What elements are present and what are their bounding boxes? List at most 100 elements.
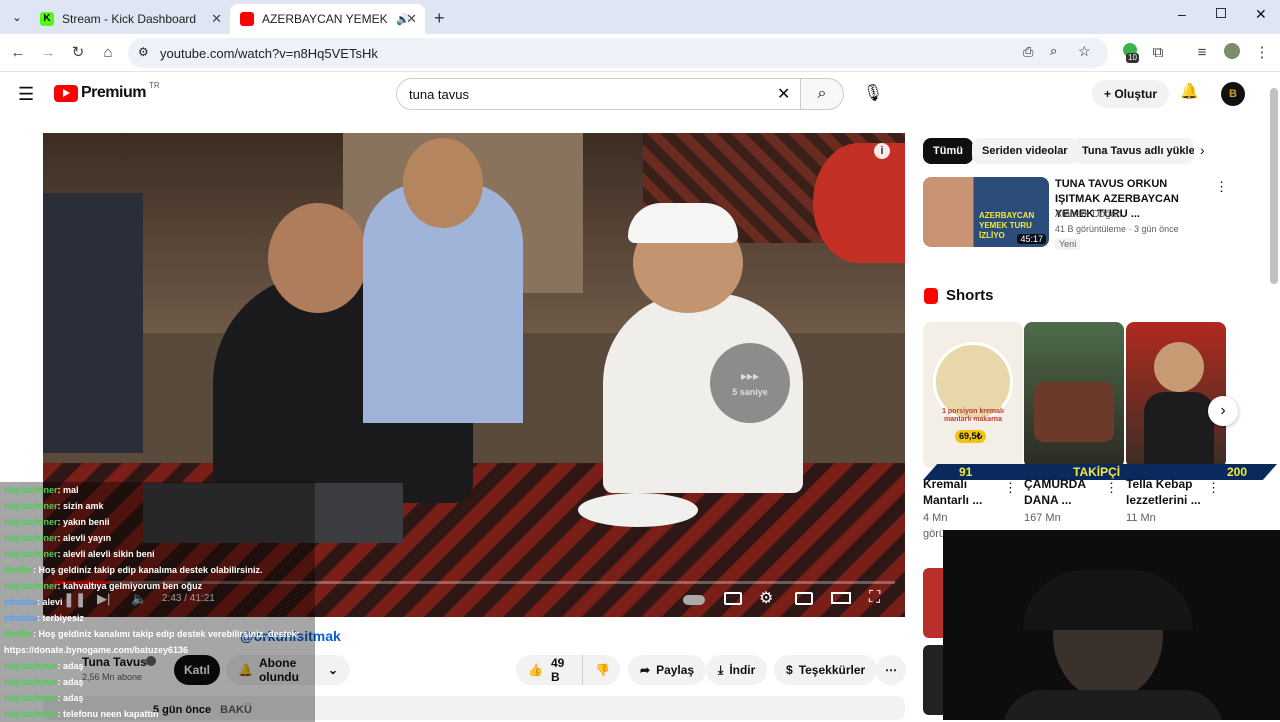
browser-menu-icon[interactable]: ⋮ <box>1252 43 1272 63</box>
chat-text: : kahvaltıya gelmiyorum ben oğuz <box>57 581 203 591</box>
short-views-2: 167 Mn <box>1024 512 1061 524</box>
short-title-3[interactable]: Tella Kebap lezzetlerini ... <box>1126 476 1212 508</box>
recommended-video[interactable]: AZERBAYCAN YEMEK TURU İZLİYO 45:17 TUNA … <box>923 177 1228 253</box>
home-icon[interactable]: ⌂ <box>98 43 118 63</box>
next-rec-thumbnail[interactable] <box>923 568 943 638</box>
settings-gear-icon[interactable]: ⚙ <box>759 588 773 608</box>
chat-text: : sizin amk <box>57 501 104 511</box>
create-label: Oluştur <box>1114 87 1158 101</box>
chat-message: Haylazdoner: alevli yayın <box>0 530 315 546</box>
chip-series[interactable]: Seriden videolar <box>972 138 1078 164</box>
rec-thumbnail: AZERBAYCAN YEMEK TURU İZLİYO 45:17 <box>923 177 1049 247</box>
subtitles-icon[interactable] <box>724 592 742 605</box>
short-overlay-text: 1 porsiyon kremalı mantarlı makarna <box>942 408 1004 423</box>
chat-message: BotRix: Hoş geldiniz kanalımı takip edip… <box>0 626 315 642</box>
hamburger-menu-icon[interactable]: ☰ <box>18 84 34 105</box>
search-button[interactable]: ⌕ <box>800 78 844 110</box>
chat-message: Haylazdoner: alevli alevli sikin beni <box>0 546 315 562</box>
autoplay-toggle[interactable] <box>683 595 705 605</box>
chip-all[interactable]: Tümü <box>923 138 973 164</box>
search-input[interactable]: tuna tavus ✕ <box>396 78 802 110</box>
reload-icon[interactable]: ↻ <box>68 43 88 63</box>
chevron-right-icon[interactable]: › <box>1200 142 1205 158</box>
shorts-next-button[interactable]: › <box>1208 396 1238 426</box>
short-views-1: 4 Mn <box>923 512 948 524</box>
plus-icon: + <box>1104 87 1115 101</box>
notifications-bell-icon[interactable]: 🔔 <box>1180 82 1199 100</box>
chat-text: : adaş <box>57 693 84 703</box>
short-card-3[interactable] <box>1126 322 1226 468</box>
shorts-heading: Shorts <box>946 287 994 304</box>
short-card-1[interactable]: 1 porsiyon kremalı mantarlı makarna 69,5… <box>923 322 1023 468</box>
more-vertical-icon[interactable]: ⋮ <box>1207 480 1220 496</box>
chat-username: Haylazdoner <box>4 661 58 671</box>
forward-icon[interactable]: → <box>38 43 58 63</box>
chat-message: BotRix: Hoş geldiniz takip edip kanalıma… <box>0 562 315 578</box>
close-window-icon[interactable]: ✕ <box>1255 6 1267 23</box>
extensions-icon[interactable]: ⧉ <box>1148 43 1168 63</box>
chat-username: Haylazdoner <box>4 693 58 703</box>
search-icon: ⌕ <box>817 85 827 102</box>
chat-username: utrabba <box>4 597 38 607</box>
download-button[interactable]: ⤓ İndir <box>706 655 768 685</box>
site-info-icon[interactable]: ⚙ <box>138 45 149 59</box>
back-icon[interactable]: ← <box>8 43 28 63</box>
zoom-icon[interactable]: ⌕ <box>1050 43 1057 59</box>
more-vertical-icon[interactable]: ⋮ <box>1215 179 1228 195</box>
chat-text: : mal <box>57 485 79 495</box>
chat-message: Haylazdoner: adaş <box>0 690 315 706</box>
tab-youtube[interactable]: AZERBAYCAN YEMEK TURU 🔊 ✕ <box>230 4 425 34</box>
fullscreen-icon[interactable]: ⛶ <box>869 589 880 607</box>
chat-message: Haylazdoner: kahvaltıya gelmiyorum ben o… <box>0 578 315 594</box>
info-icon[interactable]: i <box>874 143 890 159</box>
logo-region: TR <box>148 80 160 90</box>
profile-avatar[interactable] <box>1222 43 1242 63</box>
dislike-button[interactable]: 👎 <box>582 655 620 685</box>
close-tab-icon[interactable]: ✕ <box>211 11 222 27</box>
more-horizontal-icon: ⋯ <box>885 663 897 677</box>
next-rec-thumbnail-2[interactable] <box>923 645 943 715</box>
close-tab-icon[interactable]: ✕ <box>406 11 417 27</box>
more-actions-button[interactable]: ⋯ <box>876 655 906 685</box>
address-bar[interactable]: ⚙ youtube.com/watch?v=n8Hq5VETsHk ⎙ ⌕ ☆ <box>128 38 1108 68</box>
chat-username: Haylazdoner <box>4 677 58 687</box>
short-price-tag: 69,5₺ <box>955 430 987 443</box>
autoplay-next-countdown[interactable]: ▸▸▸ 5 saniye <box>710 343 790 423</box>
chevron-down-icon: ⌄ <box>327 663 338 677</box>
chat-username: Haylazdoner <box>4 501 58 511</box>
short-title-2[interactable]: ÇAMURDA DANA ... <box>1024 476 1110 508</box>
account-avatar[interactable]: B <box>1221 82 1245 106</box>
new-tab-button[interactable]: + <box>434 8 445 29</box>
page-scrollbar[interactable] <box>1270 88 1278 284</box>
chat-text: https://donate.bynogame.com/batuzey6136 <box>4 645 189 655</box>
short-title-1[interactable]: Kremalı Mantarlı ... <box>923 476 1009 508</box>
share-button[interactable]: ➦ Paylaş <box>628 655 707 685</box>
more-vertical-icon[interactable]: ⋮ <box>1105 480 1118 496</box>
clear-search-icon[interactable]: ✕ <box>777 84 790 104</box>
like-button[interactable]: 👍 49 B <box>516 655 582 685</box>
media-control-icon[interactable]: ≡ <box>1192 43 1212 63</box>
install-icon[interactable]: ⎙ <box>1023 44 1033 60</box>
bookmark-star-icon[interactable]: ☆ <box>1078 43 1091 60</box>
create-button[interactable]: + Oluştur <box>1092 80 1170 108</box>
chat-message: utrabba: terbiyesiz <box>0 610 315 626</box>
extension-counter-icon[interactable]: 10 <box>1120 43 1140 63</box>
theater-mode-icon[interactable] <box>831 592 851 604</box>
chat-message: utrabba: alevi <box>0 594 315 610</box>
browser-toolbar: ← → ↻ ⌂ ⚙ youtube.com/watch?v=n8Hq5VETsH… <box>0 34 1280 72</box>
tab-list-button[interactable]: ⌄ <box>8 9 26 27</box>
minimize-icon[interactable]: – <box>1178 6 1186 22</box>
tab-kick-dashboard[interactable]: K Stream - Kick Dashboard ✕ <box>30 4 230 34</box>
miniplayer-icon[interactable] <box>795 592 813 605</box>
voice-search-button[interactable]: 🎙 <box>858 79 888 109</box>
tab-strip: ⌄ K Stream - Kick Dashboard ✕ AZERBAYCAN… <box>0 0 1280 34</box>
more-vertical-icon[interactable]: ⋮ <box>1004 480 1017 496</box>
thanks-button[interactable]: $ Teşekkürler <box>774 655 878 685</box>
restore-icon[interactable] <box>1216 8 1226 18</box>
youtube-logo[interactable]: Premium TR <box>54 80 160 102</box>
chat-message: Haylazdoner: adaş <box>0 658 315 674</box>
chip-uploads[interactable]: Tuna Tavus adlı yükle <box>1072 138 1194 164</box>
short-card-2[interactable] <box>1024 322 1124 468</box>
url-text: youtube.com/watch?v=n8Hq5VETsHk <box>160 45 378 61</box>
chat-text: : alevli yayın <box>57 533 112 543</box>
